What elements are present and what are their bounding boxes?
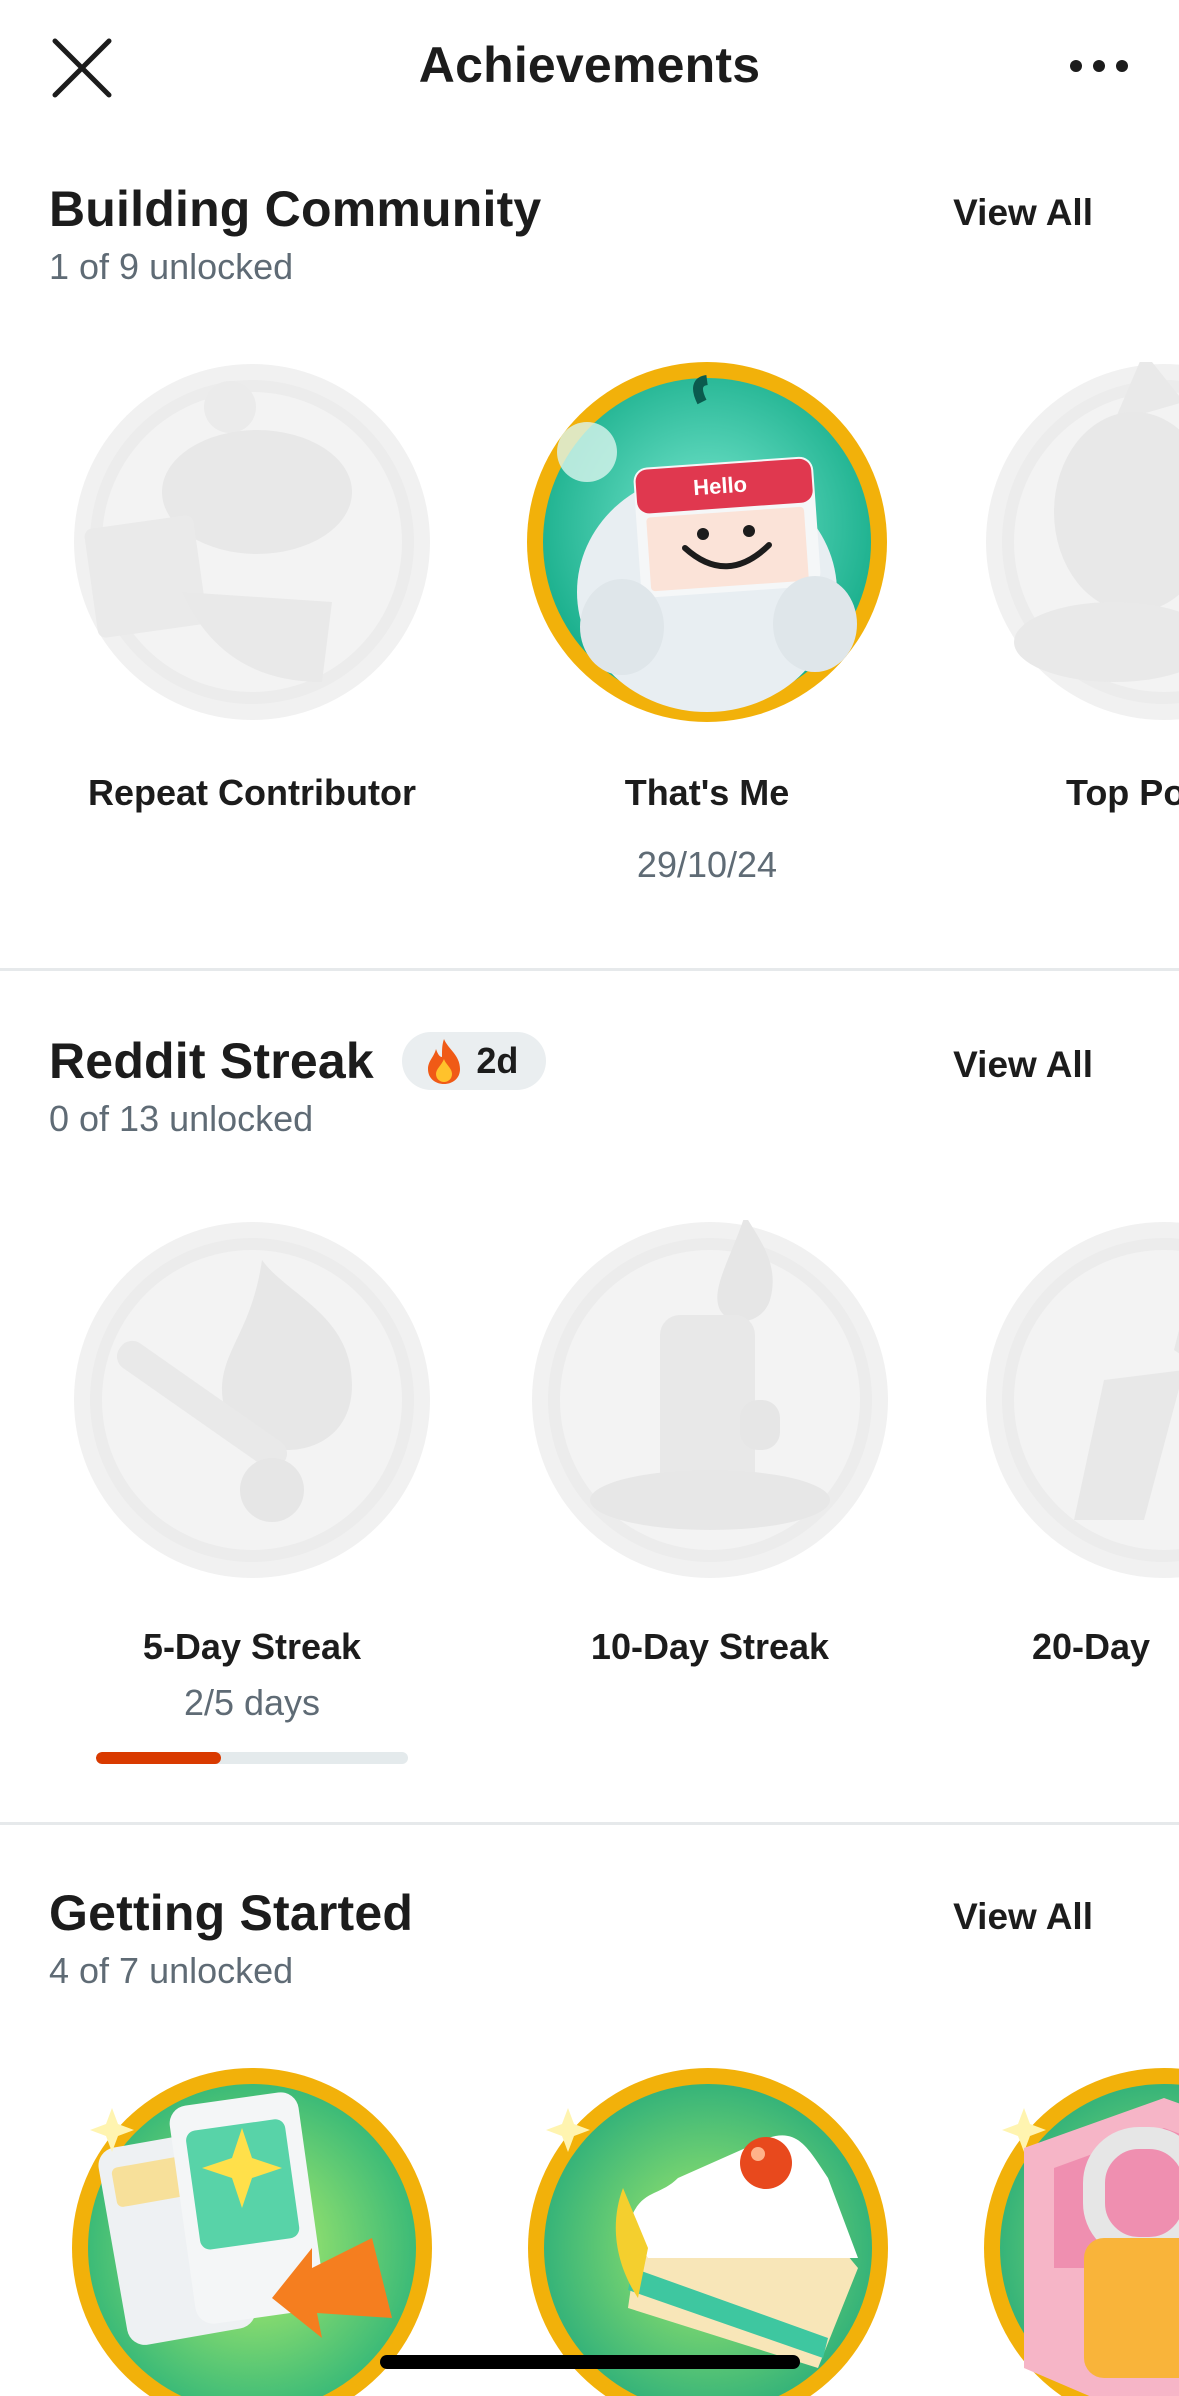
badge-label: Top Po bbox=[1066, 772, 1179, 813]
section-header: Building Community 1 of 9 unlocked bbox=[49, 180, 541, 288]
section-divider bbox=[0, 968, 1179, 971]
section-building-community: Building Community 1 of 9 unlocked View … bbox=[0, 180, 1179, 970]
section-unlocked-count: 4 of 7 unlocked bbox=[49, 1950, 294, 1991]
nametag-text: Hello bbox=[692, 472, 747, 501]
badge-20-day-streak[interactable] bbox=[984, 1220, 1179, 1580]
shield-lock-icon bbox=[984, 2068, 1179, 2396]
badge-repeat-contributor[interactable] bbox=[72, 362, 432, 722]
badge-progress-text: 2/5 days bbox=[183, 1682, 321, 1723]
badge-getting-started-2[interactable] bbox=[528, 2068, 888, 2396]
streak-progress-bar bbox=[96, 1752, 408, 1764]
section-title: Building Community bbox=[49, 181, 542, 237]
section-reddit-streak: Reddit Streak 2d 0 of 13 unlocked View A… bbox=[0, 1032, 1179, 1822]
fire-icon bbox=[428, 1039, 461, 1084]
badge-label: 5-Day Streak bbox=[142, 1626, 362, 1667]
torch-flame-icon bbox=[986, 1222, 1179, 1578]
streak-progress-fill bbox=[96, 1752, 221, 1764]
section-title: Getting Started bbox=[49, 1885, 414, 1941]
badge-getting-started-3[interactable] bbox=[984, 2068, 1179, 2396]
view-all-link[interactable]: View All bbox=[953, 192, 1093, 234]
match-flame-icon bbox=[74, 1222, 430, 1578]
more-options-button[interactable] bbox=[1059, 34, 1139, 98]
badge-getting-started-1[interactable] bbox=[72, 2068, 432, 2396]
section-getting-started: Getting Started 4 of 7 unlocked View All bbox=[0, 1884, 1179, 2396]
achievements-screen: Achievements Building Community 1 of 9 u… bbox=[0, 0, 1179, 2396]
section-unlocked-count: 1 of 9 unlocked bbox=[49, 246, 294, 287]
view-all-link[interactable]: View All bbox=[953, 1896, 1093, 1938]
section-unlocked-count: 0 of 13 unlocked bbox=[49, 1098, 314, 1139]
section-header: Getting Started 4 of 7 unlocked bbox=[49, 1884, 413, 1992]
badge-5-day-streak[interactable] bbox=[72, 1220, 432, 1580]
badge-label: 20-Day bbox=[1032, 1626, 1151, 1667]
snoo-trophy-icon bbox=[986, 362, 1179, 720]
view-all-link[interactable]: View All bbox=[953, 1044, 1093, 1086]
badge-10-day-streak[interactable] bbox=[530, 1220, 890, 1580]
badge-unlock-date: 29/10/24 bbox=[636, 844, 778, 885]
streak-value: 2d bbox=[476, 1040, 519, 1081]
candle-flame-icon bbox=[532, 1220, 888, 1578]
page-title: Achievements bbox=[418, 37, 761, 93]
streak-count-badge: 2d bbox=[402, 1032, 547, 1090]
more-horizontal-icon bbox=[1070, 60, 1128, 72]
home-indicator bbox=[380, 2355, 800, 2369]
snoo-sign-icon bbox=[74, 364, 430, 720]
snoo-hello-nametag-icon: Hello bbox=[527, 362, 887, 722]
header: Achievements bbox=[0, 0, 1179, 140]
badge-thats-me[interactable]: Hello bbox=[527, 362, 887, 722]
badge-label: That's Me bbox=[624, 772, 790, 813]
section-header: Reddit Streak 2d 0 of 13 unlocked bbox=[49, 1032, 547, 1140]
phones-share-icon bbox=[72, 2068, 432, 2396]
section-divider bbox=[0, 1822, 1179, 1825]
cake-slice-icon bbox=[528, 2068, 888, 2396]
badge-label: 10-Day Streak bbox=[590, 1626, 830, 1667]
section-title: Reddit Streak bbox=[49, 1033, 374, 1089]
badge-top-post[interactable] bbox=[984, 362, 1179, 722]
badge-label: Repeat Contributor bbox=[88, 772, 416, 813]
